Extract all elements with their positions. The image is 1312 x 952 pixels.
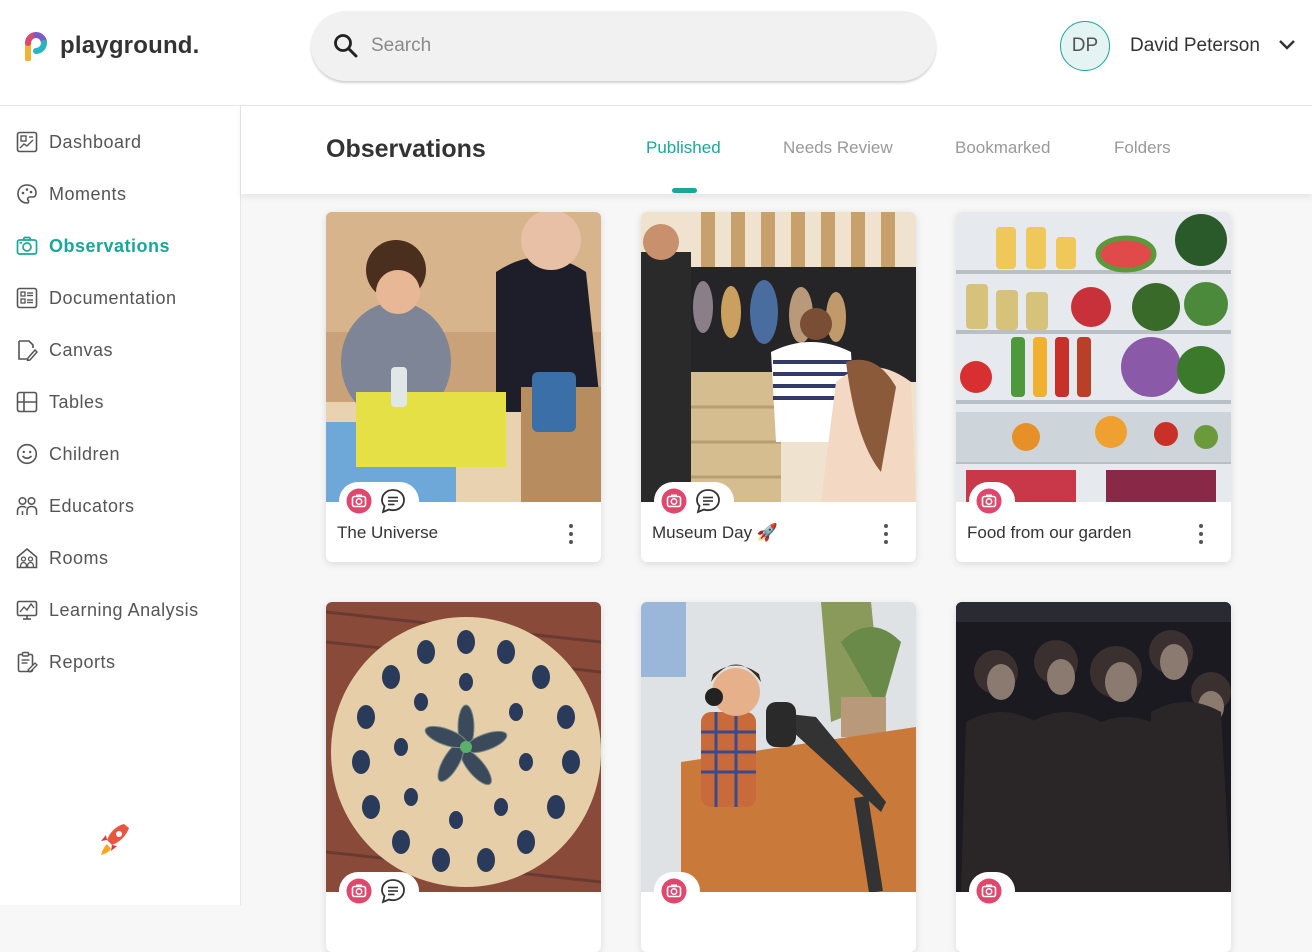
observation-thumbnail[interactable] [641,602,916,892]
camera-badge-icon [345,487,373,515]
user-avatar[interactable]: DP [1060,21,1110,71]
sidebar-item-label: Tables [49,391,105,412]
more-options-icon[interactable] [1193,522,1209,546]
children-icon [15,442,39,466]
comment-icon [694,487,722,515]
page-header: Observations Published Needs Review Book… [241,106,1312,194]
sidebar-item-educators[interactable]: Educators [15,491,135,521]
sidebar-item-reports[interactable]: Reports [15,647,116,677]
sidebar-item-documentation[interactable]: Documentation [15,283,177,313]
card-badges [654,482,734,520]
sidebar-item-label: Dashboard [49,131,142,152]
observation-card[interactable] [326,602,601,952]
sidebar-item-children[interactable]: Children [15,439,120,469]
educators-icon [15,494,39,518]
search-bar[interactable] [311,11,936,81]
sidebar-item-label: Moments [49,183,127,204]
sidebar-item-label: Documentation [49,287,177,308]
logo-text: playground. [60,32,200,59]
sidebar-item-observations[interactable]: Observations [15,231,170,261]
sidebar-item-dashboard[interactable]: Dashboard [15,127,142,157]
camera-badge-icon [975,877,1003,905]
more-options-icon[interactable] [563,522,579,546]
comment-icon [379,877,407,905]
sidebar-item-rooms[interactable]: Rooms [15,543,109,573]
comment-icon [379,487,407,515]
active-tab-indicator [672,188,697,193]
observation-card[interactable]: The Universe [326,212,601,562]
canvas-icon [15,338,39,362]
card-title: Food from our garden [967,523,1132,542]
tab-folders[interactable]: Folders [1114,138,1171,158]
rooms-icon [15,546,39,570]
observation-card[interactable]: Museum Day 🚀 [641,212,916,562]
search-icon [334,34,358,58]
card-badges [339,872,419,910]
sidebar-item-tables[interactable]: Tables [15,387,104,417]
more-options-icon[interactable] [878,522,894,546]
documentation-icon [15,286,39,310]
sidebar-item-label: Canvas [49,339,114,360]
sidebar-item-label: Observations [49,235,171,256]
sidebar-item-canvas[interactable]: Canvas [15,335,113,365]
observation-thumbnail[interactable] [326,602,601,892]
card-badges [969,872,1015,910]
tab-needs-review[interactable]: Needs Review [783,138,893,158]
sidebar-item-label: Learning Analysis [49,599,199,620]
card-badges [654,872,700,910]
tab-published[interactable]: Published [646,138,721,158]
observation-card[interactable]: Food from our garden [956,212,1231,562]
tab-bookmarked[interactable]: Bookmarked [955,138,1050,158]
observation-card[interactable] [641,602,916,952]
playground-logo-icon [25,32,47,61]
observation-card[interactable] [956,602,1231,952]
card-title: The Universe [337,523,439,542]
camera-badge-icon [660,877,688,905]
user-name[interactable]: David Peterson [1130,35,1260,57]
dashboard-icon [15,130,39,154]
card-badges [339,482,419,520]
rocket-icon[interactable] [98,822,132,860]
camera-badge-icon [345,877,373,905]
reports-icon [15,650,39,674]
sidebar-item-learning-analysis[interactable]: Learning Analysis [15,595,199,625]
card-badges [969,482,1015,520]
sidebar-item-label: Children [49,443,121,464]
observation-thumbnail[interactable] [326,212,601,502]
sidebar-item-label: Rooms [49,547,109,568]
top-bar: playground. DP David Peterson [0,0,1312,106]
chevron-down-icon[interactable] [1278,38,1296,52]
camera-icon [15,234,39,258]
camera-badge-icon [975,487,1003,515]
camera-badge-icon [660,487,688,515]
observation-thumbnail[interactable] [956,212,1231,502]
tables-icon [15,390,39,414]
sidebar-item-moments[interactable]: Moments [15,179,127,209]
app-logo[interactable]: playground. [24,31,200,61]
moments-icon [15,182,39,206]
observation-thumbnail[interactable] [641,212,916,502]
card-title: Museum Day 🚀 [652,523,779,542]
sidebar-item-label: Educators [49,495,135,516]
observation-thumbnail[interactable] [956,602,1231,892]
learning-analysis-icon [15,598,39,622]
page-title: Observations [326,135,486,163]
sidebar: Dashboard Moments Observations Documenta… [0,106,241,905]
search-input[interactable] [371,29,911,63]
sidebar-item-label: Reports [49,651,116,672]
